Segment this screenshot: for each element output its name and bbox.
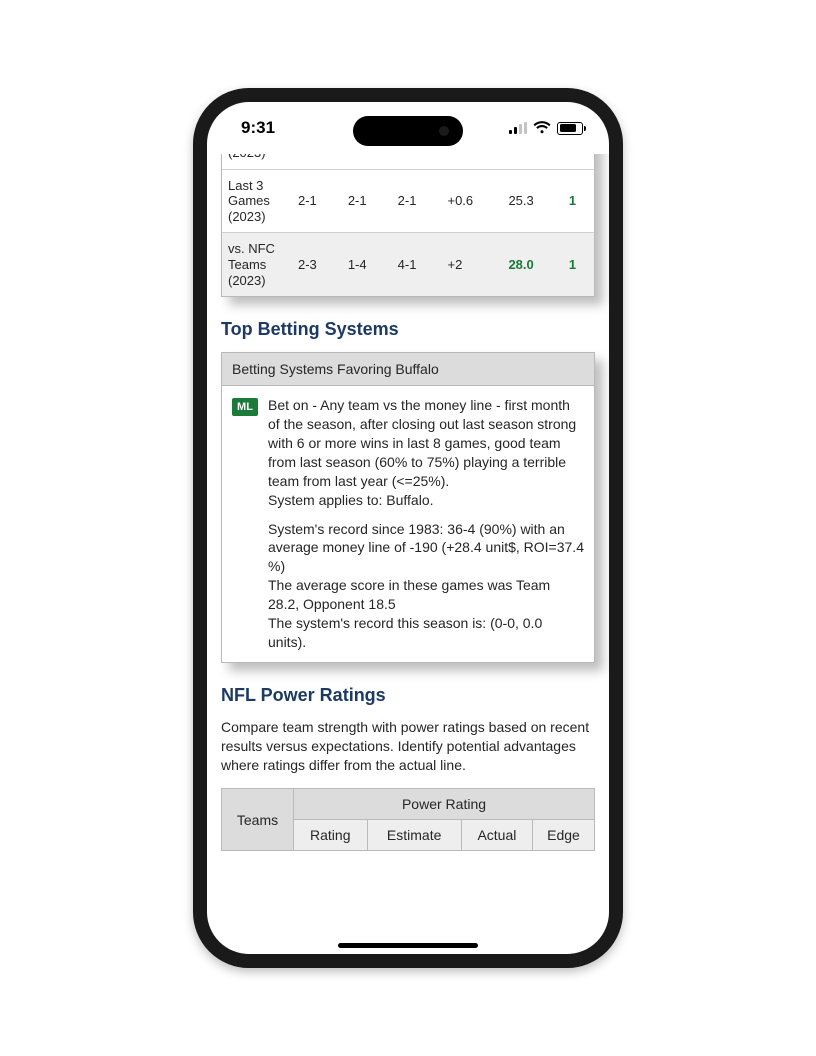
col-teams: Teams [222,789,294,851]
cellular-icon [509,122,527,134]
betting-systems-heading: Top Betting Systems [221,319,595,340]
home-indicator [338,943,478,948]
power-ratings-table: Teams Power Rating Rating Estimate Actua… [221,788,595,851]
table-row: Teams Power Rating [222,789,595,820]
stat-cell: 25.3 [502,169,562,233]
stat-cell: 28.0 [502,233,562,296]
stat-cell: +2 [441,233,502,296]
table-row[interactable]: vs. NFC Teams (2023) 2-3 1-4 4-1 +2 28.0… [222,233,594,296]
page-content[interactable]: (2023) Last 3 Games (2023) 2-1 2-1 2-1 +… [207,154,609,954]
system-avg-score: The average score in these games was Tea… [268,577,550,612]
dynamic-island [353,116,463,146]
betting-system-item[interactable]: ML Bet on - Any team vs the money line -… [222,386,594,662]
table-row: (2023) [222,154,594,169]
screen: 9:31 (2023) [207,102,609,954]
stat-label: Last 3 Games (2023) [222,169,292,233]
table-row[interactable]: Last 3 Games (2023) 2-1 2-1 2-1 +0.6 25.… [222,169,594,233]
power-ratings-heading: NFL Power Ratings [221,685,595,706]
phone-frame: 9:31 (2023) [193,88,623,968]
game-stats-table: (2023) Last 3 Games (2023) 2-1 2-1 2-1 +… [222,154,594,296]
betting-systems-panel-title: Betting Systems Favoring Buffalo [222,353,594,386]
stat-cell: 2-1 [292,169,342,233]
power-ratings-intro: Compare team strength with power ratings… [221,718,595,775]
stat-label: vs. NFC Teams (2023) [222,233,292,296]
stat-cell: 1 [563,169,594,233]
stat-cell: 1-4 [342,233,392,296]
betting-system-text: Bet on - Any team vs the money line - fi… [268,396,584,652]
wifi-icon [533,121,551,135]
stat-label: (2023) [222,154,292,169]
stat-cell: 2-1 [392,169,442,233]
betting-systems-card: Betting Systems Favoring Buffalo ML Bet … [221,352,595,663]
system-season-record: The system's record this season is: (0-0… [268,615,542,650]
status-indicators [509,121,583,135]
stat-cell: +0.6 [441,169,502,233]
stat-cell: 2-3 [292,233,342,296]
col-actual: Actual [461,820,532,851]
stat-cell: 1 [563,233,594,296]
system-applies: System applies to: Buffalo. [268,492,434,508]
col-estimate: Estimate [367,820,461,851]
moneyline-badge: ML [232,398,258,416]
system-description: Bet on - Any team vs the money line - fi… [268,397,576,489]
game-stats-card: (2023) Last 3 Games (2023) 2-1 2-1 2-1 +… [221,154,595,297]
system-record: System's record since 1983: 36-4 (90%) w… [268,521,584,575]
status-time: 9:31 [241,118,275,138]
stat-cell: 4-1 [392,233,442,296]
stat-cell: 2-1 [342,169,392,233]
battery-icon [557,122,583,135]
power-rating-merged-header: Power Rating [294,789,595,820]
col-rating: Rating [294,820,368,851]
col-edge: Edge [533,820,595,851]
